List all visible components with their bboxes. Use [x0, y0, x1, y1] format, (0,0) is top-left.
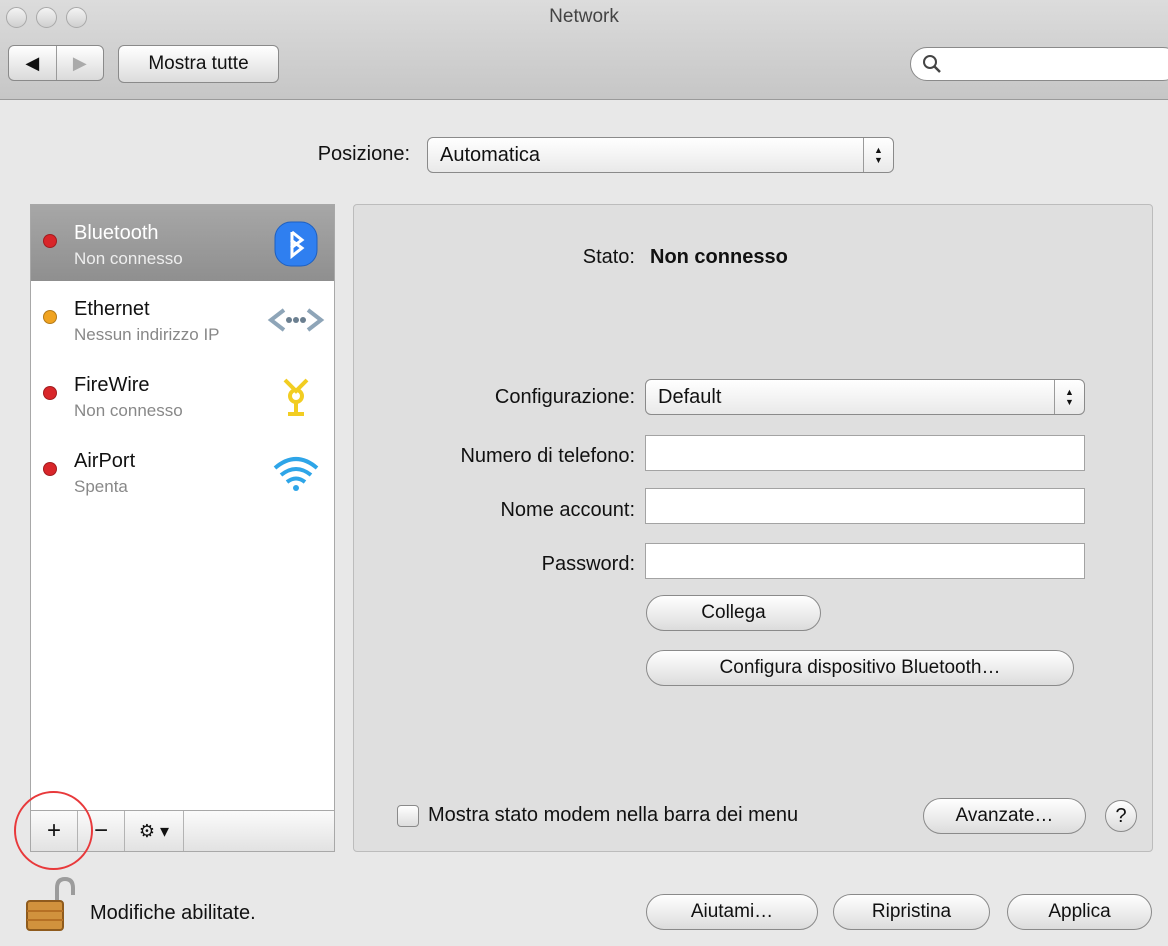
service-status: Nessun indirizzo IP — [74, 325, 220, 344]
location-label: Posizione: — [317, 143, 410, 165]
service-item-ethernet[interactable]: Ethernet Nessun indirizzo IP — [31, 281, 334, 357]
service-item-airport[interactable]: AirPort Spenta — [31, 433, 334, 509]
highlight-circle — [14, 791, 93, 870]
status-dot-red — [43, 234, 57, 248]
status-dot-red — [43, 386, 57, 400]
status-dot-red — [43, 462, 57, 476]
airport-wifi-icon — [273, 457, 319, 491]
back-icon[interactable]: ◀ — [9, 46, 56, 80]
service-list[interactable]: Bluetooth Non connesso Ethernet Nessun i… — [30, 204, 335, 852]
password-label: Password: — [541, 553, 635, 575]
service-item-bluetooth[interactable]: Bluetooth Non connesso — [31, 205, 334, 281]
location-value: Automatica — [440, 143, 541, 166]
ethernet-icon — [267, 308, 325, 332]
phone-input[interactable] — [645, 435, 1085, 471]
configuration-value: Default — [658, 385, 722, 408]
password-input[interactable] — [645, 543, 1085, 579]
service-status: Non connesso — [74, 401, 183, 420]
show-all-button[interactable]: Mostra tutte — [118, 45, 279, 83]
service-item-firewire[interactable]: FireWire Non connesso — [31, 357, 334, 433]
service-detail-panel — [353, 204, 1153, 852]
configure-bluetooth-button[interactable]: Configura dispositivo Bluetooth… — [646, 650, 1074, 686]
show-modem-status-checkbox[interactable] — [397, 805, 419, 827]
status-dot-orange — [43, 310, 57, 324]
back-forward-control[interactable]: ◀ ▶ — [8, 45, 104, 81]
service-name: AirPort — [74, 450, 136, 472]
service-status: Non connesso — [74, 249, 183, 268]
status-value: Non connesso — [650, 246, 788, 268]
chevron-updown-icon: ▲ ▼ — [1054, 380, 1084, 414]
gear-menu-button[interactable]: ⚙ ▾ — [125, 811, 184, 851]
service-status: Spenta — [74, 477, 128, 496]
assist-me-button[interactable]: Aiutami… — [646, 894, 818, 930]
advanced-button[interactable]: Avanzate… — [923, 798, 1086, 834]
search-input[interactable] — [910, 47, 1168, 81]
bluetooth-icon — [274, 221, 318, 267]
lock-status-text: Modifiche abilitate. — [90, 902, 256, 924]
apply-button[interactable]: Applica — [1007, 894, 1152, 930]
chevron-updown-icon: ▲ ▼ — [863, 138, 893, 172]
connect-button[interactable]: Collega — [646, 595, 821, 631]
search-icon — [923, 55, 941, 73]
phone-label: Numero di telefono: — [460, 445, 635, 467]
account-input[interactable] — [645, 488, 1085, 524]
forward-icon[interactable]: ▶ — [55, 46, 104, 80]
unlocked-lock-icon — [26, 877, 75, 931]
service-name: FireWire — [74, 374, 150, 396]
configuration-select[interactable]: Default ▲ ▼ — [645, 379, 1085, 415]
window-title: Network — [549, 6, 619, 27]
status-label: Stato: — [582, 246, 635, 268]
configuration-label: Configurazione: — [494, 386, 635, 408]
show-modem-status-label: Mostra stato modem nella barra dei menu — [428, 804, 799, 826]
account-label: Nome account: — [500, 499, 635, 521]
firewire-icon — [283, 378, 309, 416]
service-name: Bluetooth — [74, 222, 159, 244]
service-name: Ethernet — [74, 298, 150, 320]
help-button[interactable]: ? — [1105, 800, 1137, 832]
revert-button[interactable]: Ripristina — [833, 894, 990, 930]
location-select[interactable]: Automatica ▲ ▼ — [427, 137, 894, 173]
